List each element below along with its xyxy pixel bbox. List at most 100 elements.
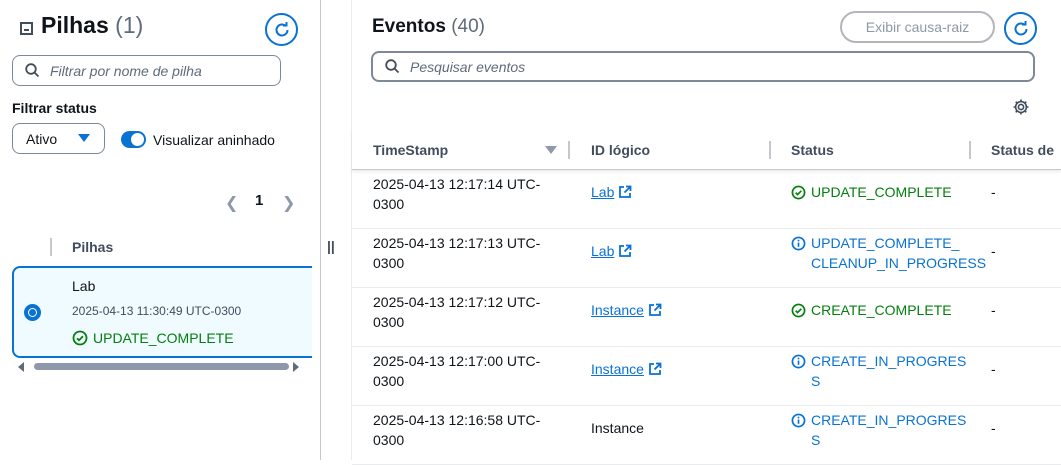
event-status-detail: - bbox=[991, 361, 996, 377]
event-status: UPDATE_COMPLETE bbox=[791, 182, 952, 202]
event-status: CREATE_COMPLETE bbox=[791, 300, 952, 320]
table-row: 2025-04-13 12:17:14 UTC- 0300 Lab UPDATE_CO… bbox=[352, 170, 1061, 229]
logical-id-text: Lab bbox=[591, 243, 615, 259]
stack-search-placeholder: Filtrar por nome de pilha bbox=[50, 62, 202, 79]
table-row: 2025-04-13 12:17:12 UTC- 0300 Instance CREA… bbox=[352, 288, 1061, 347]
scrollbar-thumb[interactable] bbox=[34, 363, 289, 370]
event-timestamp-line2: 0300 bbox=[373, 255, 405, 271]
logical-id-link[interactable]: Lab bbox=[591, 241, 632, 261]
event-logical-id[interactable]: Instance bbox=[591, 300, 662, 320]
status-filter-select[interactable]: Ativo bbox=[12, 123, 105, 154]
stacks-refresh-button[interactable] bbox=[265, 13, 298, 46]
event-status-line2: CLEANUP_IN_PROGRESS bbox=[811, 255, 987, 271]
scroll-right-icon[interactable] bbox=[293, 362, 299, 372]
info-circle-icon bbox=[791, 354, 806, 369]
stack-status: UPDATE_COMPLETE bbox=[72, 330, 234, 346]
page-number[interactable]: 1 bbox=[255, 192, 263, 209]
check-circle-icon bbox=[791, 303, 806, 318]
event-timestamp-line2: 0300 bbox=[373, 373, 405, 389]
stacks-title-text: Pilhas bbox=[41, 12, 109, 38]
event-search-placeholder: Pesquisar eventos bbox=[410, 58, 526, 75]
page-prev-icon[interactable]: ❮ bbox=[225, 193, 238, 213]
resize-handle-icon[interactable]: || bbox=[327, 238, 335, 254]
event-timestamp: 2025-04-13 12:16:58 UTC- 0300 bbox=[373, 410, 540, 450]
event-timestamp-line2: 0300 bbox=[373, 196, 405, 212]
stacks-title: Pilhas (1) bbox=[41, 12, 143, 39]
event-timestamp: 2025-04-13 12:17:00 UTC- 0300 bbox=[373, 351, 540, 391]
nested-view-label: Visualizar aninhado bbox=[153, 132, 275, 148]
stack-radio-selected[interactable] bbox=[24, 304, 41, 321]
refresh-icon bbox=[275, 21, 288, 36]
logical-id-link[interactable]: Lab bbox=[591, 182, 632, 202]
event-status: CREATE_IN_PROGRES S bbox=[791, 351, 966, 391]
check-circle-icon bbox=[72, 330, 88, 346]
event-timestamp: 2025-04-13 12:17:12 UTC- 0300 bbox=[373, 292, 540, 332]
search-icon bbox=[25, 63, 40, 78]
caret-down-icon bbox=[78, 134, 90, 142]
logical-id-text: Instance bbox=[591, 302, 644, 318]
gear-icon[interactable] bbox=[1012, 98, 1030, 121]
external-link-icon bbox=[619, 244, 632, 257]
sort-down-icon[interactable] bbox=[545, 146, 557, 154]
external-link-icon bbox=[619, 185, 632, 198]
col-status-detail[interactable]: Status de bbox=[991, 142, 1054, 158]
event-logical-id[interactable]: Lab bbox=[591, 241, 632, 261]
column-separator[interactable] bbox=[969, 141, 971, 159]
event-status-line1: CREATE_COMPLETE bbox=[811, 302, 952, 318]
stacks-count: (1) bbox=[115, 12, 144, 38]
refresh-icon bbox=[1014, 20, 1027, 35]
event-status-line1: CREATE_IN_PROGRES bbox=[811, 412, 967, 428]
event-status-detail: - bbox=[991, 420, 996, 436]
event-search-input[interactable]: Pesquisar eventos bbox=[371, 51, 1035, 82]
stacks-panel: Pilhas (1) Filtrar por nome de pilha Fil… bbox=[0, 0, 320, 460]
event-timestamp-line2: 0300 bbox=[373, 432, 405, 448]
event-status: CREATE_IN_PROGRES S bbox=[791, 410, 966, 450]
external-link-icon bbox=[649, 362, 662, 375]
info-circle-icon bbox=[791, 236, 806, 251]
event-logical-id[interactable]: Lab bbox=[591, 182, 632, 202]
event-status-line1: UPDATE_COMPLETE_ bbox=[811, 235, 960, 251]
table-row: 2025-04-13 12:17:00 UTC- 0300 Instance CREA… bbox=[352, 347, 1061, 406]
check-circle-icon bbox=[791, 185, 806, 200]
event-logical-id[interactable]: Instance bbox=[591, 359, 662, 379]
status-filter-value: Ativo bbox=[26, 130, 58, 147]
col-timestamp[interactable]: TimeStamp bbox=[373, 142, 448, 158]
horizontal-scrollbar[interactable] bbox=[18, 362, 299, 372]
filter-status-label: Filtrar status bbox=[12, 100, 97, 116]
external-link-icon bbox=[649, 303, 662, 316]
stack-name: Lab bbox=[72, 278, 96, 294]
event-status-line2: S bbox=[811, 373, 821, 389]
column-separator[interactable] bbox=[769, 141, 771, 159]
logical-id-text: Instance bbox=[591, 420, 644, 436]
events-table-header: TimeStamp ID lógico Status Status de bbox=[352, 130, 1061, 170]
events-refresh-button[interactable] bbox=[1004, 12, 1037, 45]
col-status[interactable]: Status bbox=[791, 142, 834, 158]
scroll-left-icon[interactable] bbox=[18, 362, 24, 372]
logical-id-link[interactable]: Instance bbox=[591, 359, 662, 379]
event-timestamp: 2025-04-13 12:17:13 UTC- 0300 bbox=[373, 233, 540, 273]
nested-view-toggle[interactable] bbox=[121, 131, 146, 148]
stack-search-input[interactable]: Filtrar por nome de pilha bbox=[12, 55, 281, 86]
stack-time: 2025-04-13 11:30:49 UTC-0300 bbox=[72, 304, 242, 318]
logical-id-link[interactable]: Instance bbox=[591, 300, 662, 320]
events-title: Eventos (40) bbox=[372, 16, 485, 38]
event-timestamp-line1: 2025-04-13 12:17:12 UTC- bbox=[373, 294, 541, 310]
search-icon bbox=[385, 59, 400, 74]
page-next-icon[interactable]: ❯ bbox=[282, 193, 295, 213]
event-timestamp-line2: 0300 bbox=[373, 314, 405, 330]
panel-divider bbox=[320, 0, 321, 460]
column-separator[interactable] bbox=[568, 141, 570, 159]
event-timestamp-line1: 2025-04-13 12:17:00 UTC- bbox=[373, 353, 541, 369]
event-status: UPDATE_COMPLETE_ CLEANUP_IN_PROGRESS bbox=[791, 233, 986, 273]
table-row: 2025-04-13 12:16:58 UTC- 0300 Instance CREA… bbox=[352, 406, 1061, 465]
event-status-detail: - bbox=[991, 243, 996, 259]
info-circle-icon bbox=[791, 413, 806, 428]
event-timestamp-line1: 2025-04-13 12:17:13 UTC- bbox=[373, 235, 541, 251]
event-status-line2: S bbox=[811, 432, 821, 448]
col-logical-id[interactable]: ID lógico bbox=[591, 142, 650, 158]
show-root-cause-button[interactable]: Exibir causa-raiz bbox=[840, 11, 995, 43]
collapse-icon[interactable] bbox=[20, 22, 33, 35]
event-status-detail: - bbox=[991, 302, 996, 318]
event-status-line1: CREATE_IN_PROGRES bbox=[811, 353, 967, 369]
logical-id-text: Instance bbox=[591, 361, 644, 377]
